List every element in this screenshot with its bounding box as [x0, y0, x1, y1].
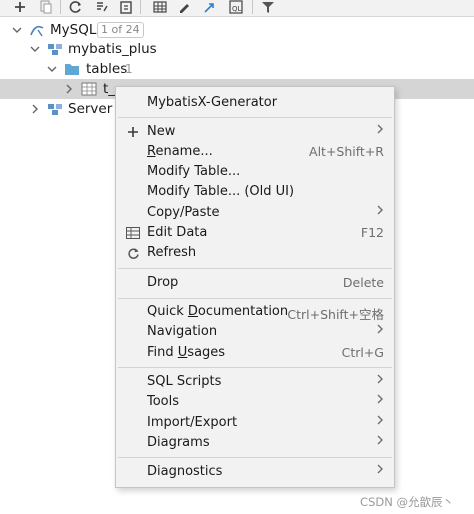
server-objects-icon	[47, 102, 63, 116]
console-icon[interactable]: QL	[228, 0, 244, 14]
chevron-right-icon[interactable]	[63, 83, 75, 95]
menu-item-drop[interactable]: Drop Delete	[116, 273, 394, 293]
stop-icon[interactable]	[118, 0, 134, 14]
table-icon	[126, 226, 140, 240]
mysql-datasource-icon	[29, 23, 45, 37]
svg-text:QL: QL	[232, 5, 242, 13]
refresh-icon[interactable]	[68, 0, 84, 14]
menu-item-modify-table-old-ui[interactable]: Modify Table... (Old UI)	[116, 182, 394, 202]
rename-shortcut: Alt+Shift+R	[309, 144, 384, 159]
add-icon[interactable]	[12, 0, 28, 14]
table-icon[interactable]	[152, 0, 168, 14]
submenu-arrow-icon	[376, 463, 384, 479]
submenu-arrow-icon	[376, 323, 384, 339]
submenu-arrow-icon	[376, 373, 384, 389]
menu-item-new[interactable]: New	[116, 122, 394, 142]
schema-icon	[47, 42, 63, 56]
tree-row-datasource[interactable]: MySQL 1 of 24	[0, 20, 474, 40]
drop-shortcut: Delete	[342, 275, 384, 290]
submenu-arrow-icon	[376, 204, 384, 220]
plus-icon	[126, 125, 140, 139]
tree-row-tables[interactable]: tables 1	[0, 59, 474, 79]
tree-row-schema[interactable]: mybatis_plus	[0, 39, 474, 59]
filter-icon[interactable]	[260, 0, 276, 14]
datasource-badge: 1 of 24	[97, 22, 144, 38]
menu-item-refresh[interactable]: Refresh	[116, 243, 394, 263]
edit-data-shortcut: F12	[360, 225, 384, 240]
table-label: t_	[103, 81, 116, 97]
quick-documentation-shortcut: Ctrl+Shift+空格	[287, 307, 384, 322]
menu-item-sql-scripts[interactable]: SQL Scripts	[116, 372, 394, 392]
chevron-down-icon[interactable]	[29, 43, 41, 55]
chevron-down-icon[interactable]	[46, 63, 58, 75]
chevron-down-icon[interactable]	[11, 24, 23, 36]
menu-item-edit-data[interactable]: Edit Data F12	[116, 223, 394, 243]
schema-icon[interactable]	[94, 0, 110, 14]
menu-item-copy-paste[interactable]: Copy/Paste	[116, 203, 394, 223]
menu-item-diagrams[interactable]: Diagrams	[116, 433, 394, 453]
menu-item-tools[interactable]: Tools	[116, 392, 394, 412]
menu-item-quick-documentation[interactable]: Quick Documentation Ctrl+Shift+空格	[116, 302, 394, 322]
context-menu: MybatisX-Generator New Rename... Alt+Shi…	[115, 86, 395, 488]
menu-item-modify-table[interactable]: Modify Table...	[116, 162, 394, 182]
chevron-right-icon[interactable]	[29, 103, 41, 115]
table-icon	[81, 82, 97, 96]
menu-item-import-export[interactable]: Import/Export	[116, 413, 394, 433]
toolbar: QL	[0, 0, 474, 17]
schema-label: mybatis_plus	[68, 41, 157, 57]
tables-count: 1	[125, 62, 133, 76]
watermark: CSDN @允歆辰丶	[360, 495, 454, 509]
submenu-arrow-icon	[376, 414, 384, 430]
menu-item-navigation[interactable]: Navigation	[116, 322, 394, 342]
datasource-label: MySQL	[50, 22, 97, 38]
menu-item-mybatisx-generator[interactable]: MybatisX-Generator	[116, 93, 394, 113]
jump-icon[interactable]	[202, 0, 218, 14]
edit-icon[interactable]	[176, 0, 192, 14]
submenu-arrow-icon	[376, 434, 384, 450]
submenu-arrow-icon	[376, 393, 384, 409]
folder-icon	[64, 62, 80, 76]
find-usages-shortcut: Ctrl+G	[341, 345, 384, 360]
menu-item-find-usages[interactable]: Find Usages Ctrl+G	[116, 343, 394, 363]
submenu-arrow-icon	[376, 123, 384, 139]
copy-icon[interactable]	[38, 0, 54, 14]
refresh-icon	[126, 246, 140, 260]
tables-label: tables	[86, 61, 128, 77]
menu-item-rename[interactable]: Rename... Alt+Shift+R	[116, 142, 394, 162]
menu-item-diagnostics[interactable]: Diagnostics	[116, 462, 394, 482]
